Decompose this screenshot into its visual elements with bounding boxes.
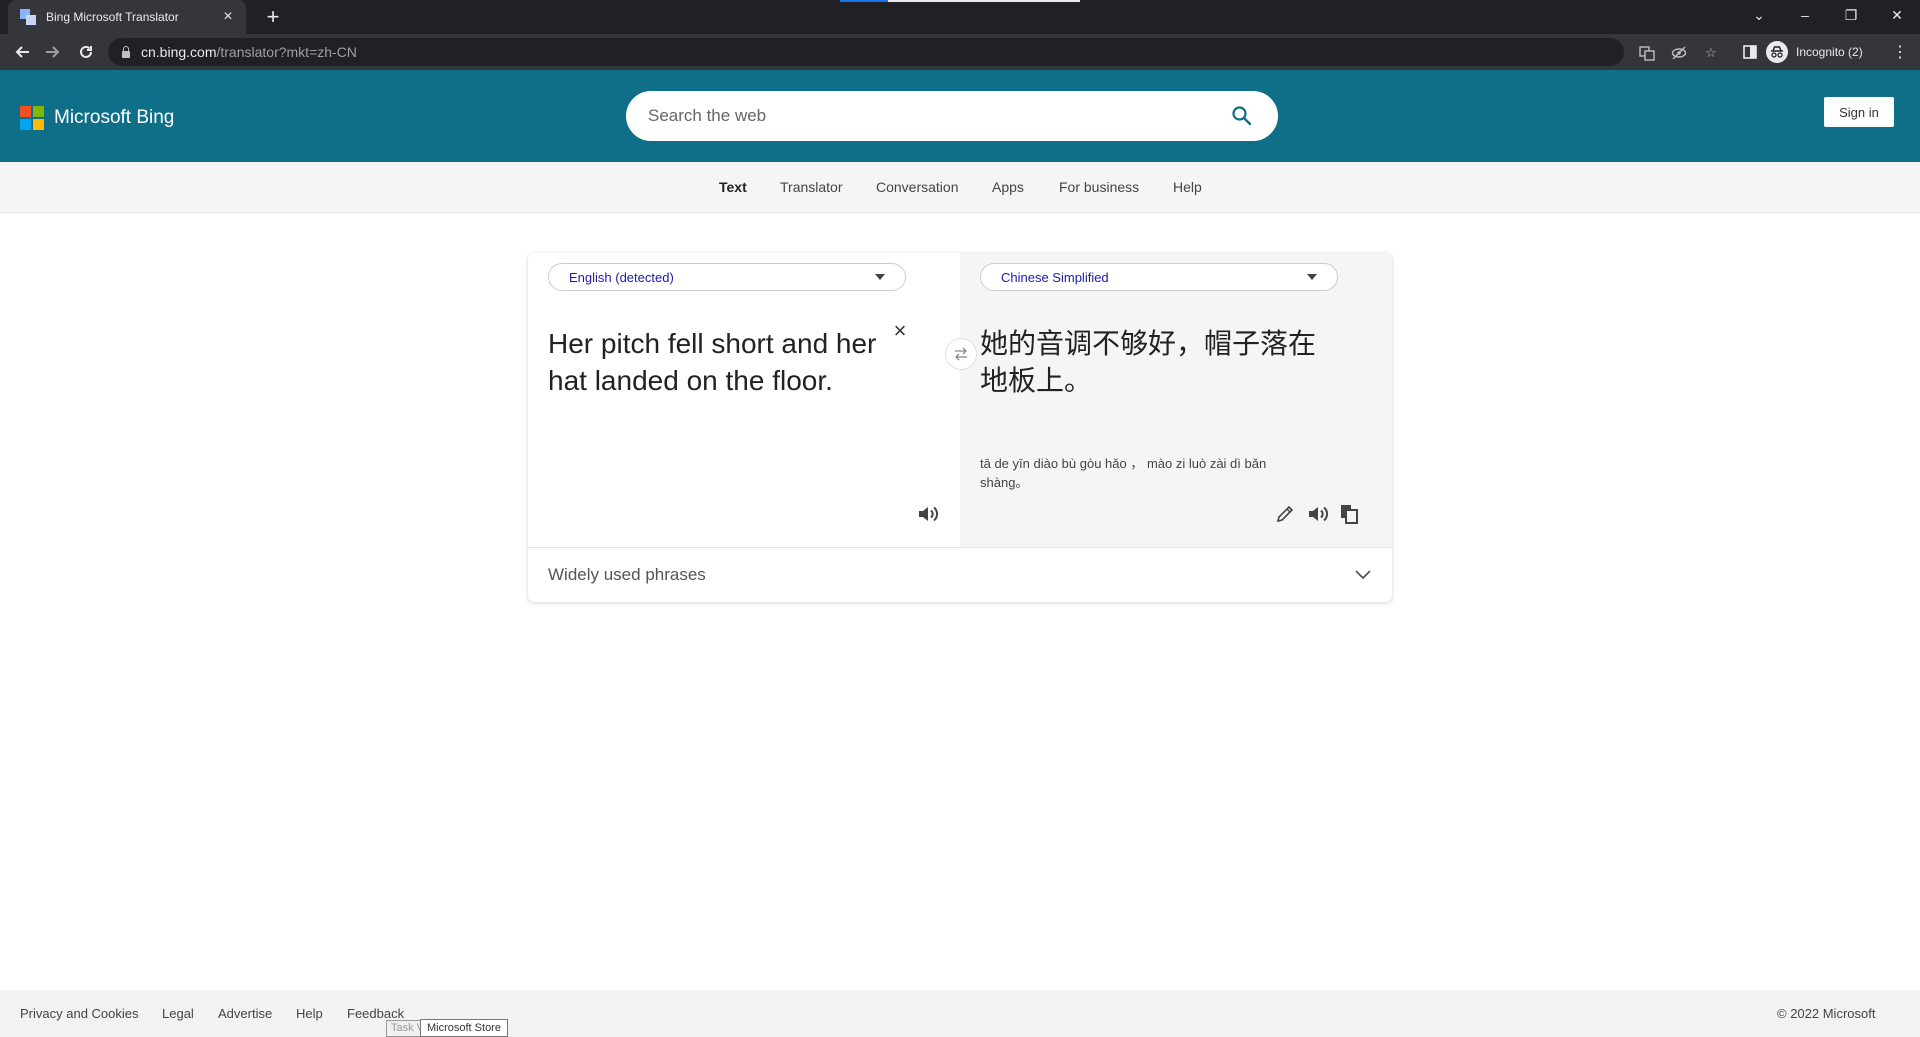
back-icon[interactable]: [10, 40, 34, 64]
translated-text: 她的音调不够好，帽子落在地板上。: [980, 328, 1317, 396]
sign-in-button[interactable]: Sign in: [1824, 97, 1894, 127]
restore-icon[interactable]: ❐: [1828, 0, 1874, 30]
source-language-select[interactable]: English (detected): [548, 263, 906, 291]
copyright: © 2022 Microsoft: [1777, 1006, 1876, 1021]
search-icon[interactable]: [1230, 104, 1254, 128]
swap-languages-button[interactable]: [945, 338, 977, 370]
tab-loading-indicator: [840, 0, 888, 2]
minimize-icon[interactable]: –: [1782, 0, 1828, 30]
tab-title: Bing Microsoft Translator: [46, 10, 179, 24]
pinyin-text: tā de yīn diào bù gòu hǎo ， mào zi luò z…: [980, 456, 1267, 490]
target-language-select[interactable]: Chinese Simplified: [980, 263, 1338, 291]
incognito-icon: [1766, 41, 1788, 63]
phrases-label: Widely used phrases: [548, 565, 706, 584]
translator-card: English (detected) Her pitch fell short …: [528, 253, 1392, 602]
clear-icon[interactable]: ×: [892, 320, 908, 342]
chevron-down-icon: [1355, 570, 1371, 580]
browser-tab[interactable]: Bing Microsoft Translator ×: [8, 0, 246, 34]
subnav-item-conversation[interactable]: Conversation: [876, 179, 959, 195]
footer-link-help[interactable]: Help: [296, 1006, 323, 1021]
footer-link-legal[interactable]: Legal: [162, 1006, 194, 1021]
incognito-profile-button[interactable]: Incognito (2): [1766, 38, 1886, 66]
subnav-item-text[interactable]: Text: [719, 179, 747, 195]
footer-link-privacy[interactable]: Privacy and Cookies: [20, 1006, 139, 1021]
subnav-item-apps[interactable]: Apps: [992, 179, 1024, 195]
browser-toolbar: cn.bing.com/translator?mkt=zh-CN ☆ Incog…: [0, 34, 1920, 70]
eye-off-icon[interactable]: [1670, 44, 1688, 62]
copy-icon[interactable]: [1338, 503, 1360, 525]
search-box[interactable]: [626, 91, 1278, 141]
subnav-item-translator[interactable]: Translator: [780, 179, 843, 195]
search-input[interactable]: [646, 105, 1210, 127]
tab-close-icon[interactable]: ×: [218, 8, 238, 26]
url-path: /translator?mkt=zh-CN: [216, 44, 357, 60]
browser-tabstrip: Bing Microsoft Translator × + ⌄ – ❐ ✕: [0, 0, 1920, 34]
caret-down-icon: [1307, 274, 1317, 280]
target-pane: Chinese Simplified 她的音调不够好，帽子落在地板上。 tā d…: [960, 253, 1392, 547]
footer-link-feedback[interactable]: Feedback: [347, 1006, 404, 1021]
bing-header: Microsoft Bing Sign in: [0, 70, 1920, 162]
tab-favicon-icon: [20, 9, 36, 25]
star-icon[interactable]: ☆: [1702, 44, 1720, 62]
tab-loading-track: [888, 0, 1080, 2]
bing-logo[interactable]: Microsoft Bing: [20, 106, 174, 130]
new-tab-button[interactable]: +: [260, 4, 286, 30]
source-text-input[interactable]: Her pitch fell short and her hat landed …: [548, 325, 878, 399]
subnav-item-help[interactable]: Help: [1173, 179, 1202, 195]
source-pane: English (detected) Her pitch fell short …: [528, 253, 960, 547]
tab-search-icon[interactable]: ⌄: [1736, 0, 1782, 30]
lock-icon[interactable]: [121, 46, 131, 58]
subnav-item-for-business[interactable]: For business: [1059, 179, 1139, 195]
swap-icon: [955, 347, 967, 361]
footer-link-advertise[interactable]: Advertise: [218, 1006, 272, 1021]
target-language-label: Chinese Simplified: [1001, 269, 1109, 285]
edit-icon[interactable]: [1274, 503, 1296, 525]
page-footer: Privacy and Cookies Legal Advertise Help…: [0, 990, 1920, 1037]
reload-icon[interactable]: [74, 40, 98, 64]
speaker-icon[interactable]: [1306, 503, 1330, 525]
forward-icon[interactable]: [41, 40, 65, 64]
side-panel-icon[interactable]: [1738, 40, 1762, 64]
translator-subnav: Text Translator Conversation Apps For bu…: [0, 162, 1920, 213]
translate-page-icon[interactable]: [1638, 44, 1656, 62]
window-close-icon[interactable]: ✕: [1874, 0, 1920, 30]
microsoft-store-tooltip: Microsoft Store: [420, 1019, 508, 1037]
url-host: cn.bing.com: [141, 44, 217, 60]
url-text: cn.bing.com/translator?mkt=zh-CN: [141, 44, 357, 60]
address-bar[interactable]: cn.bing.com/translator?mkt=zh-CN ☆: [108, 38, 1717, 66]
brand-name: Microsoft Bing: [54, 107, 175, 128]
caret-down-icon: [875, 274, 885, 280]
menu-icon[interactable]: ⋮: [1888, 40, 1912, 64]
profile-label: Incognito (2): [1796, 45, 1863, 59]
widely-used-phrases-toggle[interactable]: Widely used phrases: [528, 548, 1392, 602]
microsoft-logo-icon: [20, 106, 44, 130]
source-language-label: English (detected): [569, 269, 674, 285]
speaker-icon[interactable]: [916, 503, 940, 525]
